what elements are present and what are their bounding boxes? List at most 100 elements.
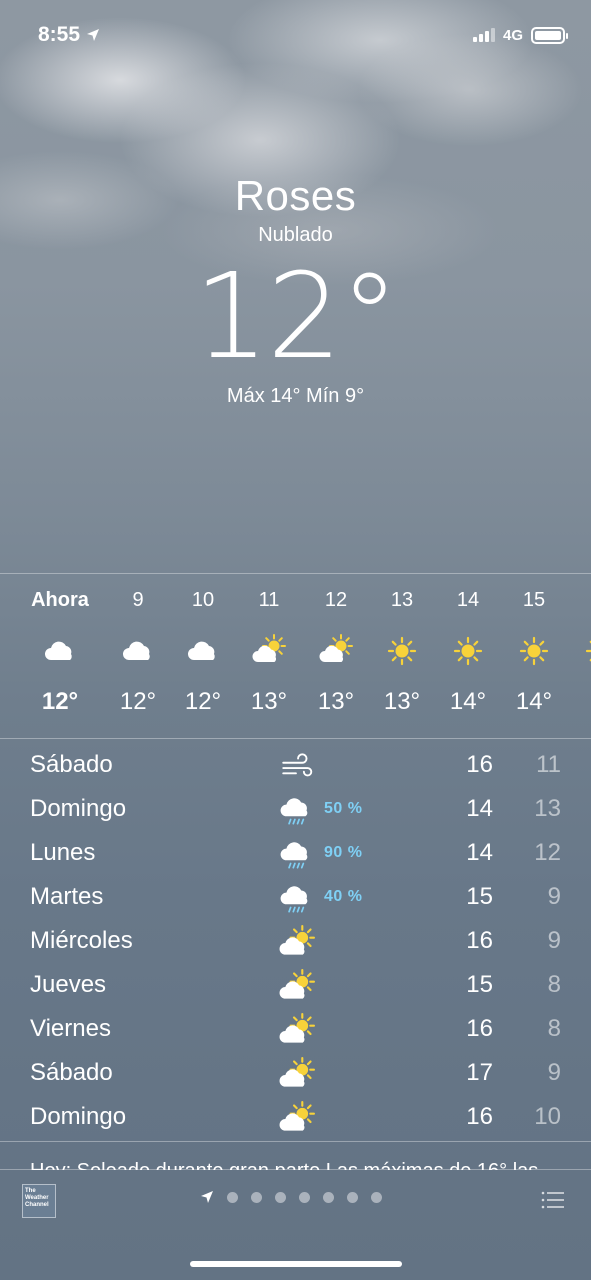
hourly-item: 14 14° <box>435 580 501 722</box>
cloud-icon <box>27 620 93 682</box>
daily-row: Viernes 16 8 <box>0 1008 591 1052</box>
precipitation-probability: 50 % <box>324 800 363 817</box>
page-dot[interactable] <box>275 1191 286 1203</box>
current-location-arrow-icon <box>201 1191 213 1203</box>
day-high-temp: 16 <box>466 1103 493 1130</box>
daily-row: Sábado 16 11 <box>0 744 591 788</box>
network-type: 4G <box>502 26 523 44</box>
day-high-temp: 15 <box>466 883 493 910</box>
hour-temperature: 14° <box>515 688 553 715</box>
day-name: Miércoles <box>30 927 133 954</box>
list-icon[interactable] <box>541 1190 565 1210</box>
home-indicator[interactable] <box>190 1261 402 1267</box>
hourly-item: 11 13° <box>236 580 302 722</box>
partly-sunny-icon <box>303 620 369 682</box>
hourly-item: 12 13° <box>303 580 369 722</box>
hour-label: Ahora <box>31 589 89 611</box>
condition-text: Nublado <box>258 224 333 246</box>
status-time: 8:55 <box>38 23 100 47</box>
day-name: Jueves <box>30 971 107 998</box>
hour-temperature: 12° <box>184 688 222 715</box>
daily-row: Domingo 16 10 <box>0 1096 591 1140</box>
page-indicator[interactable] <box>200 1190 382 1204</box>
day-high-temp: 15 <box>466 971 493 998</box>
hour-temperature: 13° <box>250 688 288 715</box>
sun-icon <box>567 620 591 682</box>
partly-sunny-icon <box>278 969 316 1004</box>
hourly-item: 13 13° <box>369 580 435 722</box>
battery-icon <box>531 26 568 44</box>
partly-sunny-icon <box>278 1057 316 1092</box>
rain-icon <box>278 838 316 872</box>
day-low-temp: 10 <box>534 1103 561 1130</box>
day-name: Martes <box>30 883 104 910</box>
cellular-signal-icon <box>472 28 495 42</box>
weather-channel-logo[interactable]: The Weather Channel <box>22 1184 56 1218</box>
day-low-temp: 9 <box>547 1059 561 1086</box>
day-low-temp: 9 <box>547 883 561 910</box>
status-bar: 8:55 4G <box>0 0 591 70</box>
day-high-temp: 16 <box>466 927 493 954</box>
hour-label: 10 <box>191 589 215 611</box>
status-indicators: 4G <box>472 26 568 44</box>
day-low-temp: 8 <box>547 971 561 998</box>
sun-icon <box>435 620 501 682</box>
day-high-temp: 14 <box>466 839 493 866</box>
hour-temperature: 1 <box>567 682 591 722</box>
day-high-temp: 17 <box>466 1059 493 1086</box>
bottom-toolbar: The Weather Channel <box>0 1170 591 1230</box>
day-high-temp: 16 <box>466 1015 493 1042</box>
hourly-item: 15 14° <box>501 580 567 722</box>
hourly-item: 11 <box>567 580 591 722</box>
partly-sunny-icon <box>278 925 316 960</box>
hour-label: 13 <box>390 589 414 611</box>
day-high-temp: 14 <box>466 795 493 822</box>
cloud-icon <box>170 620 236 682</box>
hour-label: 12 <box>324 589 348 611</box>
hourly-item: 9 12° <box>105 580 171 722</box>
hourly-item: Ahora 12° <box>27 580 93 722</box>
high-low-text: Máx 14° Mín 9° <box>226 385 365 407</box>
day-name: Viernes <box>30 1015 111 1042</box>
partly-sunny-icon <box>236 620 302 682</box>
day-name: Domingo <box>30 1103 127 1130</box>
daily-row: Domingo 50 % 14 13 <box>0 788 591 832</box>
hourly-forecast[interactable]: Ahora 12° 9 12° 10 12° 11 13° 12 13° 13 13° 14 14° 15 1… <box>0 580 591 735</box>
current-conditions: Roses Nublado 12° Máx 14° Mín 9° <box>0 172 591 408</box>
hour-label: 9 <box>132 589 144 611</box>
city-name: Roses <box>234 172 357 219</box>
cloud-icon <box>105 620 171 682</box>
location-arrow-icon <box>87 29 100 41</box>
day-low-temp: 12 <box>534 839 561 866</box>
page-dot[interactable] <box>227 1191 238 1203</box>
page-dot[interactable] <box>347 1191 358 1203</box>
partly-sunny-icon <box>278 1013 316 1048</box>
sun-icon <box>369 620 435 682</box>
hour-temperature: 13° <box>317 688 355 715</box>
day-low-temp: 13 <box>534 795 561 822</box>
current-temperature: 12° <box>193 247 399 385</box>
hour-temperature: 12° <box>41 688 79 715</box>
daily-row: Jueves 15 8 <box>0 964 591 1008</box>
day-name: Sábado <box>30 1059 113 1086</box>
hour-temperature: 13° <box>383 688 421 715</box>
daily-row: Miércoles 16 9 <box>0 920 591 964</box>
divider-middle <box>0 738 591 739</box>
hour-label: 14 <box>456 589 480 611</box>
partly-sunny-icon <box>278 1101 316 1136</box>
page-dot[interactable] <box>323 1191 334 1203</box>
day-name: Domingo <box>30 795 127 822</box>
daily-forecast: Sábado 16 11 Domingo 50 % 14 13 Lunes 90 % 14 1… <box>0 744 591 1140</box>
rain-icon <box>278 794 316 828</box>
clock: 8:55 <box>38 23 81 46</box>
divider-top <box>0 573 591 574</box>
page-dot[interactable] <box>299 1191 310 1203</box>
daily-row: Lunes 90 % 14 12 <box>0 832 591 876</box>
day-high-temp: 16 <box>466 751 493 778</box>
page-dot[interactable] <box>371 1191 382 1203</box>
precipitation-probability: 90 % <box>324 844 363 861</box>
day-name: Lunes <box>30 839 96 866</box>
day-low-temp: 11 <box>536 751 561 778</box>
page-dot[interactable] <box>251 1191 262 1203</box>
hour-label: 1 <box>567 580 591 620</box>
